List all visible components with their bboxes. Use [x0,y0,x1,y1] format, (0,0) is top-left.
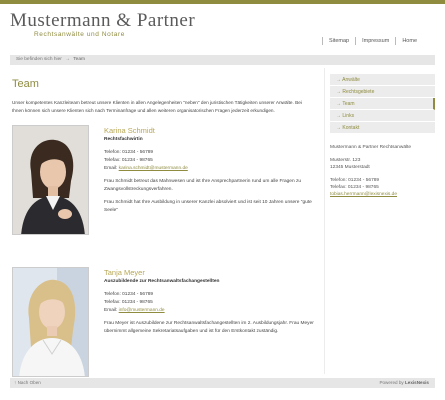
topnav-impressum-link[interactable]: Impressum [355,37,395,45]
sidebar-item-label: Anwälte [342,77,360,83]
sidebar-nav: → Anwälte → Rechtsgebiete → Team → Links… [330,74,435,134]
team-member-card: Tanja Meyer Auszubildende zur Rechtsanwa… [12,267,314,385]
contact-street: Musterstr. 123 [330,158,361,163]
sidebar-item-team[interactable]: → Team [330,98,435,110]
contact-phone: Telefon: 01234 - 56789 [330,178,380,183]
page-title: Team [12,78,39,90]
member-contact: Telefon: 01234 - 56789 Telefax: 01234 - … [104,291,318,315]
member-email-label: Email: [104,166,118,171]
sidebar-item-label: Kontakt [342,125,360,131]
sidebar-item-label: Links [342,113,355,119]
portrait-image-icon [13,268,88,376]
sidebar-item-rechtsgebiete[interactable]: → Rechtsgebiete [330,86,435,98]
member-description: Frau Schmidt betreut das Mahnwesen und i… [104,179,302,192]
intro-text: Unser kompetentes Kanzleiteam betreut un… [12,100,302,113]
member-email-row: Email: info@mustermann.de [104,307,318,315]
team-member-card: Karina Schmidt Rechtsfachwirtin Telefon:… [12,125,314,243]
portrait-photo [12,125,89,235]
contact-firm: Mustermann & Partner Rechtsanwälte [330,145,412,150]
team-member-info: Tanja Meyer Auszubildende zur Rechtsanwa… [104,267,318,341]
topnav-sitemap-link[interactable]: Sitemap [321,37,355,45]
contact-fax: Telefax: 01234 - 98765 [330,185,379,190]
breadcrumb-arrow-icon: → [65,57,71,62]
member-description: Frau Meyer ist Auszubildene zur Rechtsan… [104,321,314,334]
powered-by: Powered by LexisNexis [379,380,429,385]
contact-numbers: Telefon: 01234 - 56789 Telefax: 01234 - … [330,177,435,198]
arrow-right-icon: → [336,89,341,95]
contact-address: Musterstr. 123 12345 Musterstadt [330,157,435,171]
powered-by-label: Powered by [379,380,404,385]
member-email-label: Email: [104,308,118,313]
contact-city: 12345 Musterstadt [330,165,370,170]
sidebar-item-anwaelte[interactable]: → Anwälte [330,74,435,86]
member-name: Karina Schmidt [104,126,155,135]
logo-title[interactable]: Mustermann & Partner [10,10,195,32]
member-email-link[interactable]: karina.schmidt@mustermann.de [119,166,188,171]
member-fax: Telefax: 01234 - 98765 [104,300,153,305]
arrow-right-icon: → [336,113,341,119]
member-name: Tanja Meyer [104,268,145,277]
member-role: Rechtsfachwirtin [104,137,143,142]
top-accent-bar [0,0,445,4]
sidebar-item-label: Rechtsgebiete [342,89,375,95]
team-member-info: Karina Schmidt Rechtsfachwirtin Telefon:… [104,125,318,220]
breadcrumb-current[interactable]: Team [73,57,85,62]
arrow-right-icon: → [336,101,341,107]
breadcrumb-prefix: Sie befinden sich hier [16,57,62,62]
member-phone: Telefon: 01234 - 56789 [104,150,154,155]
member-phone: Telefon: 01234 - 56789 [104,292,154,297]
member-role: Auszubildende zur Rechtsanwaltsfachanges… [104,279,220,284]
top-nav: Sitemap Impressum Home [321,37,423,45]
member-email-link[interactable]: info@mustermann.de [119,308,165,313]
topnav-home-link[interactable]: Home [395,37,423,45]
logo-subtitle: Rechtsanwälte und Notare [34,31,126,38]
breadcrumb: Sie befinden sich hier → Team [10,55,435,65]
member-fax: Telefax: 01234 - 98765 [104,158,153,163]
footer: ↑ Nach Oben Powered by LexisNexis [10,378,435,388]
sidebar-divider [324,68,325,374]
lexisnexis-logo[interactable]: LexisNexis [405,380,429,385]
portrait-image-icon [13,126,88,234]
member-email-row: Email: karina.schmidt@mustermann.de [104,165,318,173]
sidebar-item-kontakt[interactable]: → Kontakt [330,122,435,134]
sidebar-contact: Mustermann & Partner Rechtsanwälte Muste… [330,144,435,198]
arrow-right-icon: → [336,125,341,131]
arrow-right-icon: → [336,77,341,83]
member-contact: Telefon: 01234 - 56789 Telefax: 01234 - … [104,149,318,173]
contact-email-link[interactable]: tobias.herrmann@lexisnexis.de [330,191,435,198]
back-to-top-link[interactable]: ↑ Nach Oben [14,380,41,385]
portrait-photo [12,267,89,377]
main-content: Team Unser kompetentes Kanzleiteam betre… [12,78,314,385]
sidebar-item-label: Team [342,101,355,107]
member-description: Frau Schmidt hat Ihre Ausbildung in unse… [104,200,312,213]
sidebar-item-links[interactable]: → Links [330,110,435,122]
